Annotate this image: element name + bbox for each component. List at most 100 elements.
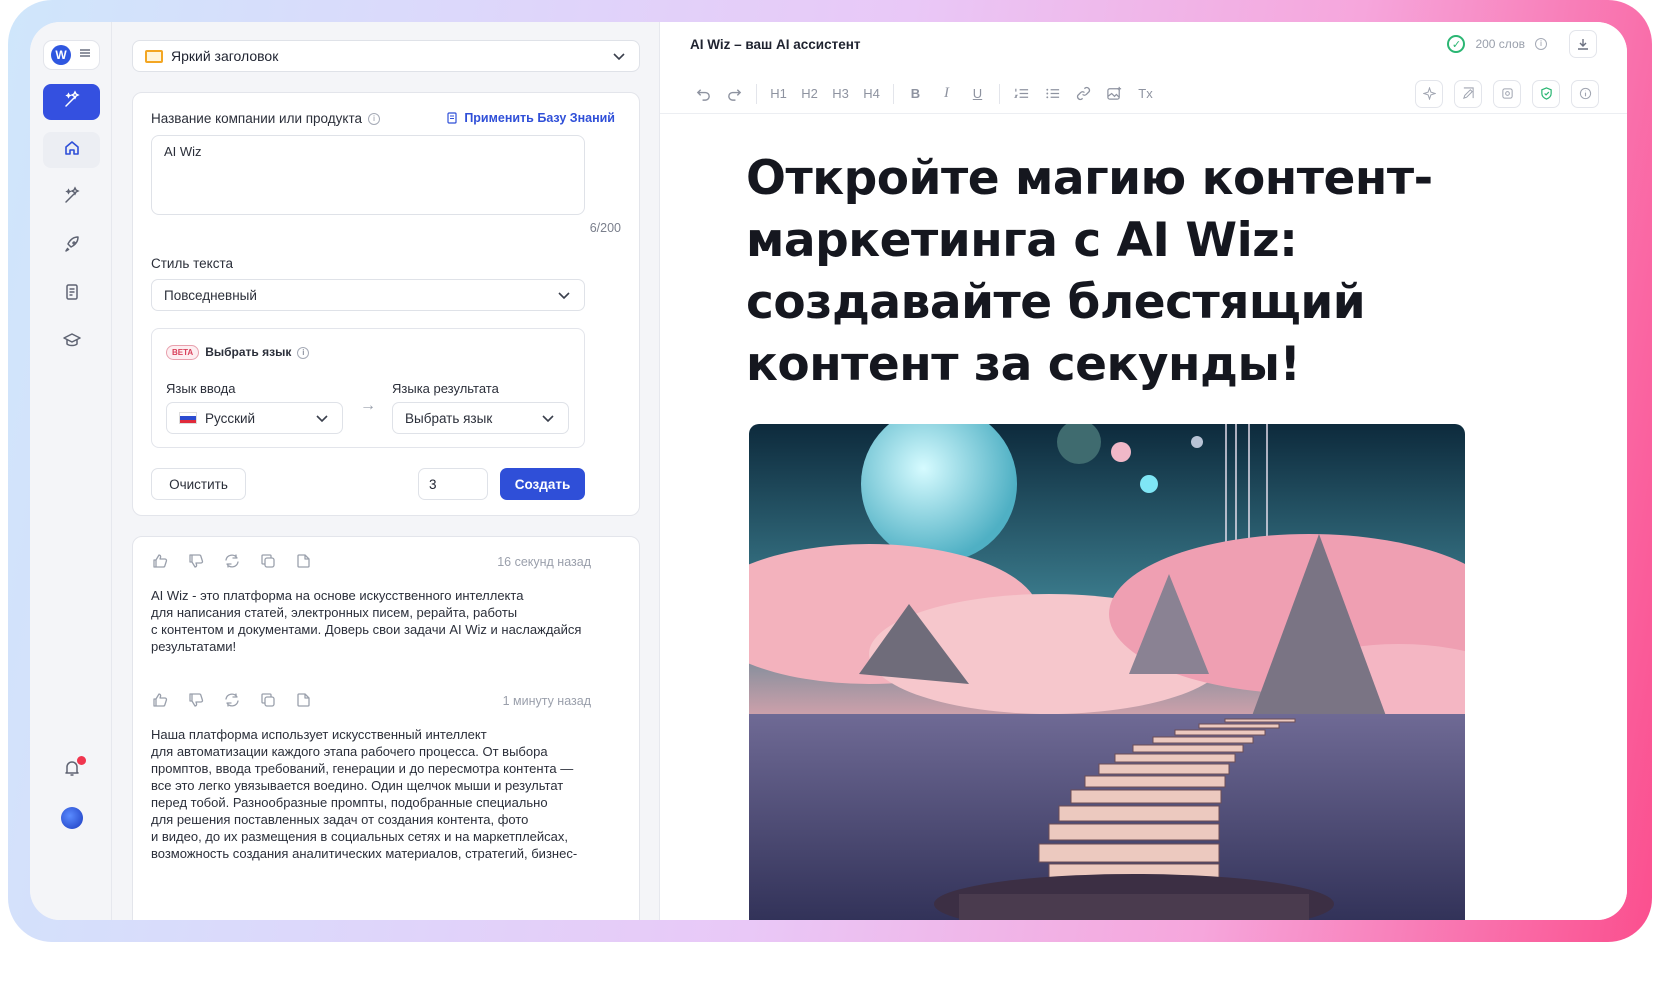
character-counter: 6/200 [589,221,621,235]
copy-icon[interactable] [259,552,277,575]
beta-badge: BETA [166,345,200,361]
template-select[interactable]: Яркий заголовок [132,40,640,72]
style-label: Стиль текста [151,256,234,271]
heading-2-button[interactable]: H2 [794,79,825,109]
italic-button[interactable]: I [931,79,962,109]
menu-icon[interactable] [78,46,92,64]
ordered-list-button[interactable] [1006,79,1037,109]
bold-button[interactable]: B [900,79,931,109]
text-style-select[interactable]: Повседневный [151,279,585,311]
bullet-list-icon [1046,88,1060,99]
sidebar-rail: W [30,22,112,920]
new-generation-button[interactable] [43,84,100,120]
info-icon[interactable]: i [368,113,380,126]
heading-3-button[interactable]: H3 [825,79,856,109]
info-icon [1579,87,1591,100]
plagiarism-button[interactable] [1493,79,1521,108]
avatar [60,807,83,829]
hero-image[interactable] [749,424,1465,920]
copy-icon[interactable] [259,691,277,714]
ai-magic-button[interactable] [1415,79,1443,108]
insert-icon[interactable] [295,691,313,714]
image-icon [1107,86,1122,100]
saved-check-icon: ✓ [1447,35,1466,53]
clear-format-button[interactable]: Tx [1130,79,1161,109]
language-section: BETA Выбрать язык i Язык ввода Языка резул… [151,328,585,448]
editor-status: ✓ 200 слов i [1447,30,1597,58]
download-button[interactable] [1569,30,1597,58]
input-language-label: Язык ввода [166,381,236,396]
notification-dot [77,756,86,765]
link-icon [1076,86,1091,101]
bullet-list-button[interactable] [1037,79,1068,109]
company-label: Название компании или продукта i [151,111,380,126]
sparkle-icon [1422,87,1436,100]
redo-icon [728,89,742,101]
clear-button[interactable]: Очистить [151,468,246,500]
thumbs-down-icon[interactable] [187,691,205,714]
app-window: W Яркий заголовок Название компании или … [30,22,1627,920]
security-check-button[interactable] [1532,79,1560,108]
word-count: 200 слов [1475,37,1525,51]
input-language-select[interactable]: Русский [166,402,343,434]
sidebar-item-documents[interactable] [43,276,100,312]
rewrite-button[interactable] [1454,79,1482,108]
heading-4-button[interactable]: H4 [856,79,887,109]
regenerate-icon[interactable] [223,552,241,575]
language-title: BETA Выбрать язык i [166,345,310,361]
thumbs-up-icon[interactable] [151,691,169,714]
undo-button[interactable] [688,79,719,109]
russia-flag-icon [179,412,197,424]
output-language-label: Языка результата [392,381,499,396]
result-timestamp: 1 минуту назад [502,694,591,708]
redo-button[interactable] [719,79,750,109]
generation-form: Название компании или продукта i Применит… [132,92,640,516]
sidebar-item-generate[interactable] [43,180,100,216]
result-item: 1 минуту назад Наша платформа использует… [151,692,591,862]
rail-header: W [43,40,100,70]
document-headline[interactable]: Откройте магию контент-маркетинга с AI W… [746,148,1466,396]
sidebar-item-home[interactable] [43,132,100,168]
link-button[interactable] [1068,79,1099,109]
heading-1-button[interactable]: H1 [763,79,794,109]
home-icon [62,138,82,163]
knowledge-base-link[interactable]: Применить Базу Знаний [446,111,615,125]
variants-count-input[interactable]: 3 [418,468,488,500]
info-icon[interactable]: i [297,346,310,359]
company-name-input[interactable]: AI Wiz [151,135,585,215]
insert-image-button[interactable] [1099,79,1130,109]
insert-icon[interactable] [295,552,313,575]
sidebar-item-learning[interactable] [43,324,100,360]
thumbs-up-icon[interactable] [151,552,169,575]
sidebar-item-launch[interactable] [43,228,100,264]
output-language-select[interactable]: Выбрать язык [392,402,569,434]
editor: AI Wiz – ваш AI ассистент ✓ 200 слов i H… [660,22,1627,920]
graduation-cap-icon [62,330,82,355]
magic-wand-icon [62,185,82,211]
logo-icon[interactable]: W [51,45,71,65]
rocket-icon [62,234,82,259]
underline-button[interactable]: U [962,79,993,109]
magic-wand-icon [62,89,82,115]
book-icon [447,112,457,124]
undo-icon [696,89,710,101]
chevron-down-icon [540,410,556,426]
notifications-button[interactable] [43,752,100,788]
profile-button[interactable] [43,800,100,836]
shield-icon [1540,87,1552,100]
create-button[interactable]: Создать [500,468,585,500]
work-panel: Яркий заголовок Название компании или пр… [112,22,660,920]
info-button[interactable] [1571,79,1599,108]
thumbs-down-icon[interactable] [187,552,205,575]
document-title[interactable]: AI Wiz – ваш AI ассистент [690,37,860,52]
result-text: AI Wiz - это платформа на основе искусст… [151,588,582,654]
result-timestamp: 16 секунд назад [497,555,591,569]
toolbar-divider [756,83,757,104]
scan-icon [1501,88,1513,99]
ordered-list-icon [1014,88,1029,98]
info-icon[interactable]: i [1535,38,1547,50]
arrow-right-icon: → [360,397,376,414]
results-list: 16 секунд назад AI Wiz - это платформа н… [132,536,640,920]
result-text: Наша платформа использует искусственный … [151,727,578,861]
regenerate-icon[interactable] [223,691,241,714]
